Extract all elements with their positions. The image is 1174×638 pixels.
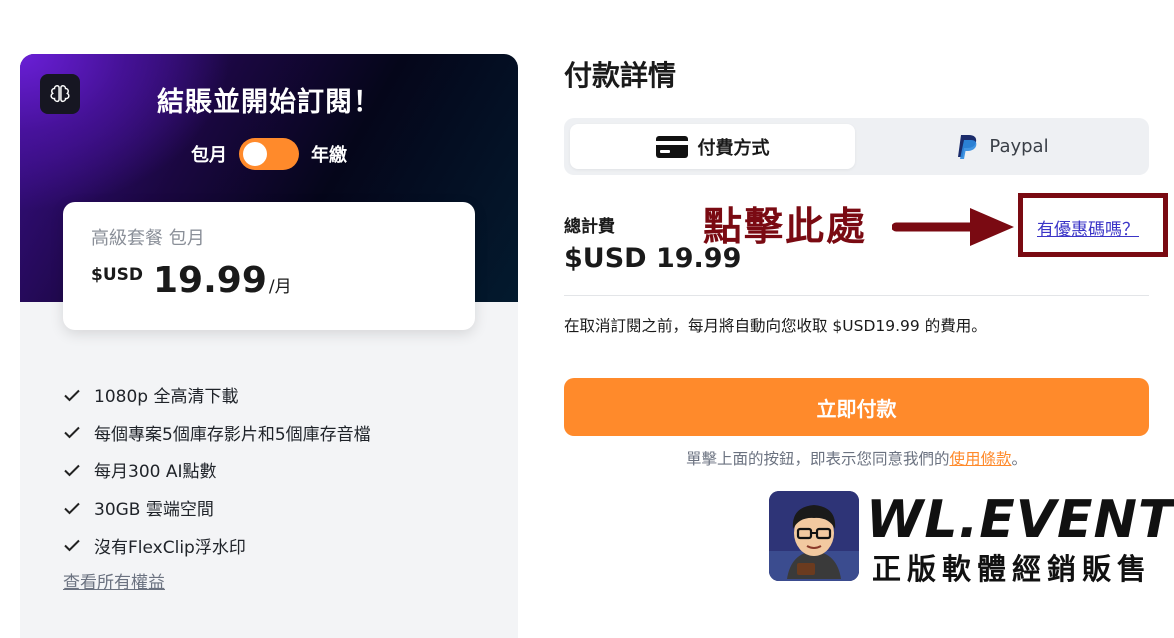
payment-method-tabs: 付費方式 Paypal [564, 118, 1149, 175]
feature-label: 每月300 AI點數 [94, 462, 217, 483]
plan-card: 高級套餐 包月 $USD 19.99 /月 [63, 202, 475, 330]
checkout-title: 結賬並開始訂閱！ [157, 87, 381, 118]
feature-list: 1080p 全高清下載 每個專案5個庫存影片和5個庫存音檔 每月300 AI點數… [62, 376, 371, 564]
tab-label: Paypal [989, 136, 1049, 157]
watermark-avatar [769, 491, 859, 581]
paypal-icon [955, 133, 979, 161]
price-unit: /月 [268, 277, 292, 297]
terms-prefix: 單擊上面的按鈕，即表示您同意我們的 [685, 450, 950, 468]
tab-payment-method[interactable]: 付費方式 [570, 124, 855, 169]
pay-now-button[interactable]: 立即付款 [564, 378, 1149, 436]
click-here-annotation: 點擊此處 [703, 205, 868, 250]
monthly-label[interactable]: 包月 [191, 141, 227, 167]
feature-label: 沒有FlexClip浮水印 [94, 537, 246, 558]
auto-renew-note: 在取消訂閱之前，每月將自動向您收取 $USD19.99 的費用。 [564, 317, 987, 335]
watermark-brand: WL.EVENT [866, 490, 1174, 550]
billing-toggle-switch[interactable] [239, 138, 299, 170]
check-icon [64, 464, 80, 477]
terms-note: 單擊上面的按鈕，即表示您同意我們的使用條款。 [564, 447, 1149, 469]
list-item: 沒有FlexClip浮水印 [62, 526, 371, 564]
plan-summary-panel: 結賬並開始訂閱！ 包月 年繳 高級套餐 包月 $USD 19.99 /月 108… [20, 54, 518, 638]
tab-paypal[interactable]: Paypal [861, 124, 1143, 169]
feature-label: 30GB 雲端空間 [94, 500, 214, 521]
check-icon [64, 502, 80, 514]
coupon-code-link[interactable]: 有優惠碼嗎？ [1037, 215, 1139, 240]
terms-suffix: 。 [1011, 450, 1028, 468]
page-title: 付款詳情 [564, 59, 677, 92]
list-item: 每月300 AI點數 [62, 451, 371, 489]
check-icon [64, 539, 80, 552]
check-icon [64, 389, 80, 402]
feature-label: 每個專案5個庫存影片和5個庫存音檔 [94, 424, 371, 445]
credit-card-icon [655, 135, 688, 158]
list-item: 每個專案5個庫存影片和5個庫存音檔 [62, 414, 371, 452]
list-item: 1080p 全高清下載 [62, 376, 371, 414]
tab-label: 付費方式 [697, 137, 770, 159]
feature-label: 1080p 全高清下載 [94, 387, 239, 408]
list-item: 30GB 雲端空間 [62, 489, 371, 527]
view-all-benefits-link[interactable]: 查看所有權益 [63, 568, 165, 593]
annotation-arrow-icon [892, 208, 1014, 246]
price-currency: $USD [91, 265, 143, 285]
billing-period-toggle: 包月 年繳 [20, 138, 518, 170]
yearly-label[interactable]: 年繳 [311, 141, 347, 167]
total-label: 總計費 [564, 217, 615, 237]
terms-of-use-link[interactable]: 使用條款 [949, 450, 1011, 468]
plan-price: $USD 19.99 /月 [91, 260, 292, 301]
plan-name: 高級套餐 包月 [91, 228, 205, 249]
price-amount: 19.99 [153, 260, 267, 301]
watermark-tagline: 正版軟體經銷販售 [872, 552, 1153, 586]
check-icon [64, 427, 80, 439]
divider [564, 295, 1149, 296]
toggle-knob [243, 142, 267, 166]
